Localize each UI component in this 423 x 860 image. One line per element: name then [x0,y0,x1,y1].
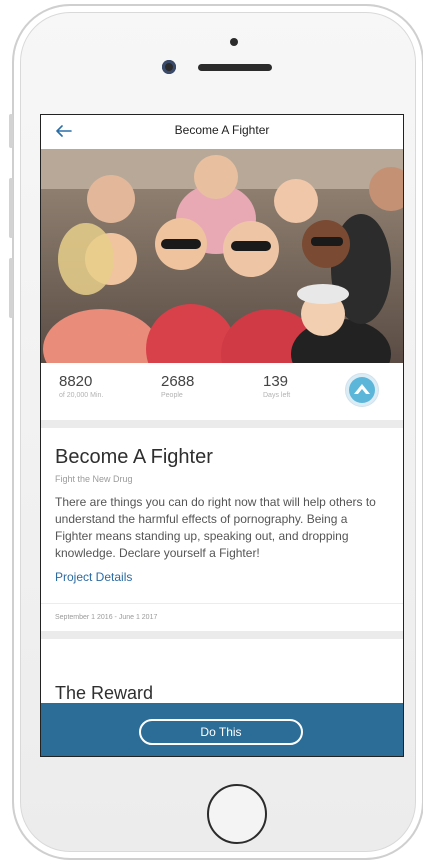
stat-value: 139 [263,373,289,390]
project-dates: September 1 2016 - June 1 2017 [55,614,158,621]
stat-value: 2688 [161,373,195,390]
earpiece-speaker [198,64,272,71]
volume-down-button [9,258,13,318]
navigation-bar: Become A Fighter [41,115,403,150]
mute-switch [9,114,13,148]
mountain-logo-icon[interactable] [345,373,379,407]
stat-label: of 20,000 Min. [59,392,104,399]
stat-label: Days left [263,392,291,399]
section-divider [41,631,403,639]
do-this-button[interactable]: Do This [139,719,303,745]
stat-days-left: 139 Days left [263,373,290,399]
project-title: Become A Fighter [55,446,213,468]
project-card: Become A Fighter Fight the New Drug Ther… [41,428,403,631]
reward-heading: The Reward [55,683,154,703]
page-title: Become A Fighter [174,123,270,137]
stat-label: People [161,392,183,399]
section-divider [41,420,403,428]
project-organization: Fight the New Drug [55,474,133,484]
app-screen: Become A Fighter 8820 of 20,000 Min. 268… [40,114,404,757]
project-description: There are things you can do right now th… [55,495,376,560]
proximity-sensor [230,38,238,46]
hero-photo [41,149,403,363]
cta-bar: Do This [41,703,403,756]
project-details-link[interactable]: Project Details [55,570,132,584]
front-camera [162,60,176,74]
card-divider [41,603,403,604]
stat-people: 2688 People [161,373,194,399]
stat-minutes: 8820 of 20,000 Min. [59,373,103,399]
stats-row: 8820 of 20,000 Min. 2688 People 139 Days… [41,363,403,419]
home-button[interactable] [207,784,267,844]
volume-up-button [9,178,13,238]
stat-value: 8820 [59,373,93,390]
